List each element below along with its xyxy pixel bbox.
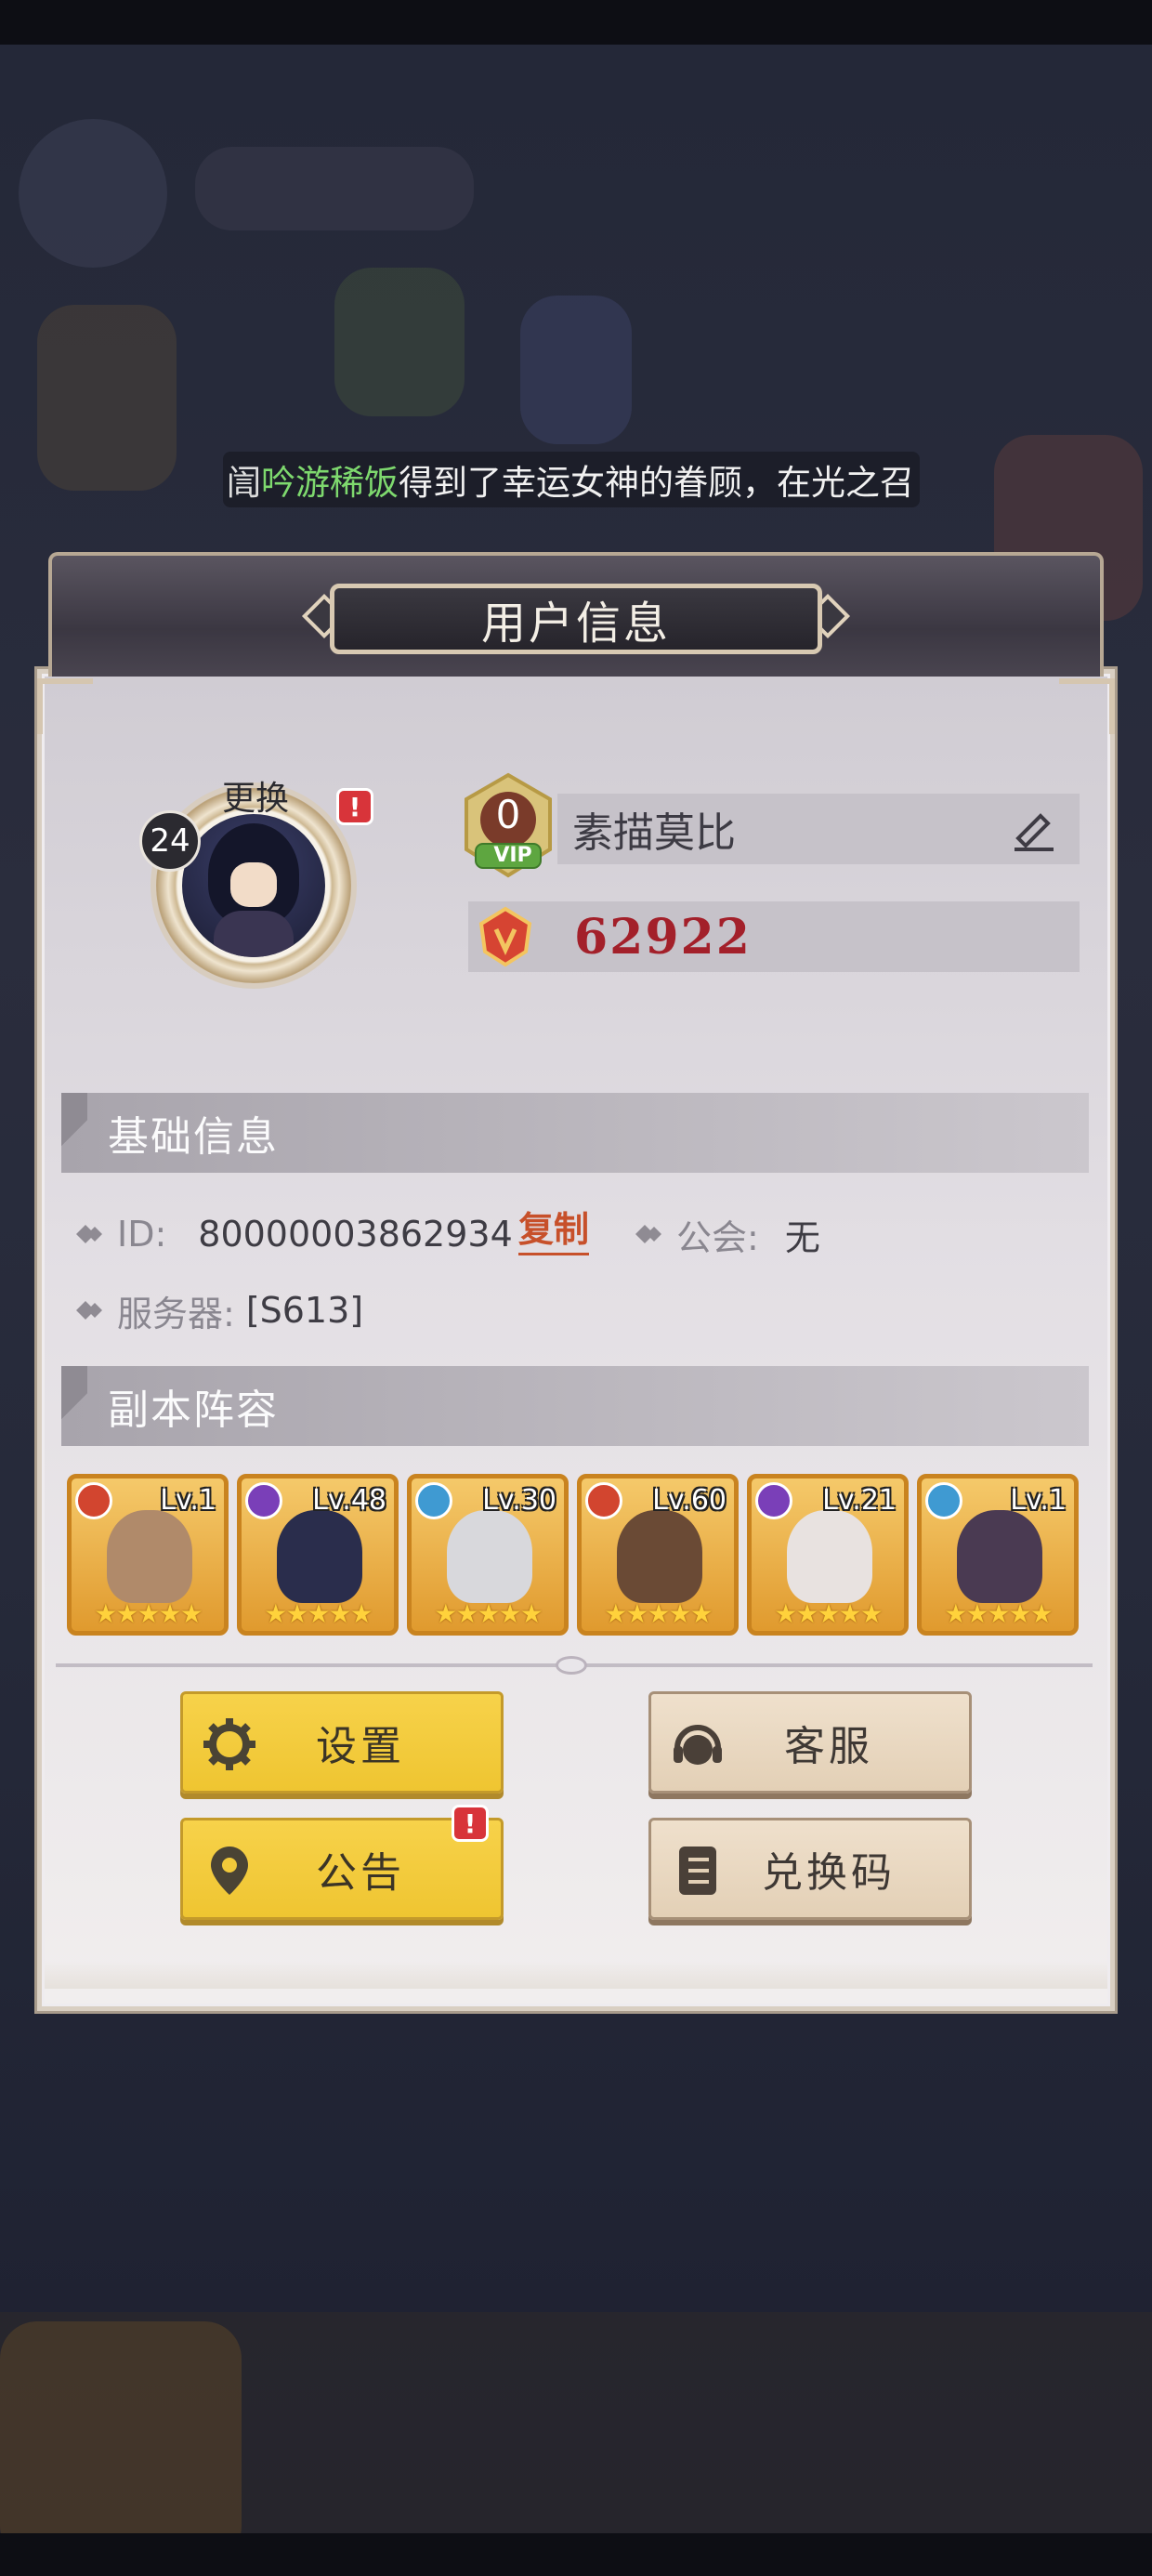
lineup-heading: 副本阵容 [61, 1366, 1089, 1446]
guild-row: 公会: 无 [632, 1206, 820, 1262]
hero-card[interactable]: Lv.60 ★★★★★ [577, 1474, 739, 1636]
server-label: 服务器: [117, 1293, 235, 1334]
customer-service-label: 客服 [784, 1723, 873, 1770]
hero-stars: ★★★★★ [434, 1598, 543, 1629]
hero-level: Lv.1 [1010, 1484, 1067, 1517]
hero-portrait [277, 1510, 362, 1603]
player-level-badge: 24 [139, 810, 201, 872]
headset-icon [674, 1725, 722, 1765]
hero-level: Lv.60 [652, 1484, 727, 1517]
hero-level: Lv.1 [160, 1484, 216, 1517]
id-value: 80000003862934 [198, 1214, 513, 1255]
id-row: ID: 80000003862934 [72, 1206, 513, 1262]
notice-alert-icon: ! [452, 1805, 489, 1842]
hero-portrait [447, 1510, 532, 1603]
vip-text: VIP [493, 844, 532, 867]
diamond-bullet-icon [76, 1225, 102, 1243]
divider-ornament [556, 1656, 587, 1675]
guild-label: 公会: [676, 1216, 759, 1258]
hero-portrait [107, 1510, 192, 1603]
avatar[interactable] [182, 814, 325, 957]
corner-ornament [37, 678, 93, 734]
fire-element-icon [75, 1482, 112, 1519]
dark-element-icon [755, 1482, 792, 1519]
hero-stars: ★★★★★ [264, 1598, 373, 1629]
marquee-prefix: 訚 [227, 463, 261, 503]
basic-info-heading: 基础信息 [61, 1093, 1089, 1173]
redeem-code-label: 兑换码 [762, 1849, 896, 1897]
marquee-player-name: 吟游稀饭 [261, 463, 399, 503]
diamond-bullet-icon [76, 1301, 102, 1320]
guild-value: 无 [784, 1216, 820, 1258]
hero-stars: ★★★★★ [944, 1598, 1054, 1629]
corner-ornament [1059, 678, 1115, 734]
settings-button[interactable]: 设置 [180, 1691, 504, 1794]
panel-bottom-ornament [45, 1961, 1107, 1989]
edit-name-icon[interactable] [1007, 801, 1061, 855]
hero-card[interactable]: Lv.1 ★★★★★ [67, 1474, 229, 1636]
hero-level: Lv.21 [822, 1484, 897, 1517]
hero-stars: ★★★★★ [604, 1598, 713, 1629]
ledger-icon [679, 1847, 716, 1895]
hero-stars: ★★★★★ [774, 1598, 884, 1629]
combat-power-bar [468, 901, 1080, 972]
dark-element-icon [245, 1482, 282, 1519]
hero-card[interactable]: Lv.21 ★★★★★ [747, 1474, 909, 1636]
light-element-icon [415, 1482, 452, 1519]
announcement-marquee: 訚 吟游稀饭 得到了幸运女神的眷顾，在光之召 [223, 452, 920, 507]
server-row: 服务器: [S613] [72, 1282, 363, 1338]
light-element-icon [925, 1482, 962, 1519]
hero-portrait [957, 1510, 1042, 1603]
hero-portrait [787, 1510, 872, 1603]
gear-icon [203, 1718, 255, 1770]
notice-label: 公告 [316, 1849, 405, 1897]
username: 素描莫比 [572, 809, 736, 857]
fire-element-icon [585, 1482, 622, 1519]
server-value: [S613] [245, 1290, 364, 1331]
lineup-heading-text: 副本阵容 [108, 1387, 279, 1434]
hero-stars: ★★★★★ [94, 1598, 203, 1629]
hero-card[interactable]: Lv.30 ★★★★★ [407, 1474, 569, 1636]
status-bar [0, 0, 1152, 45]
panel-title: 用户信息 [330, 584, 822, 654]
combat-power-icon [472, 903, 539, 970]
change-avatar-label[interactable]: 更换 [204, 771, 307, 820]
marquee-message: 得到了幸运女神的眷顾，在光之召 [399, 463, 914, 503]
basic-info-heading-text: 基础信息 [108, 1113, 279, 1161]
hero-card[interactable]: Lv.1 ★★★★★ [917, 1474, 1079, 1636]
hero-level: Lv.30 [482, 1484, 556, 1517]
location-pin-icon [211, 1847, 248, 1895]
id-label: ID: [117, 1214, 167, 1255]
navigation-bar [0, 2533, 1152, 2576]
username-field: 素描莫比 [557, 794, 1080, 864]
customer-service-button[interactable]: 客服 [648, 1691, 972, 1794]
hero-card[interactable]: Lv.48 ★★★★★ [237, 1474, 399, 1636]
avatar-alert-icon: ! [336, 788, 373, 825]
redeem-code-button[interactable]: 兑换码 [648, 1818, 972, 1920]
copy-id-button[interactable]: 复制 [518, 1206, 590, 1255]
combat-power-value: 62922 [574, 908, 752, 966]
hero-portrait [617, 1510, 702, 1603]
settings-label: 设置 [316, 1723, 405, 1770]
diamond-bullet-icon [635, 1225, 661, 1243]
hero-level: Lv.48 [312, 1484, 386, 1517]
vip-level: 0 [495, 792, 521, 837]
